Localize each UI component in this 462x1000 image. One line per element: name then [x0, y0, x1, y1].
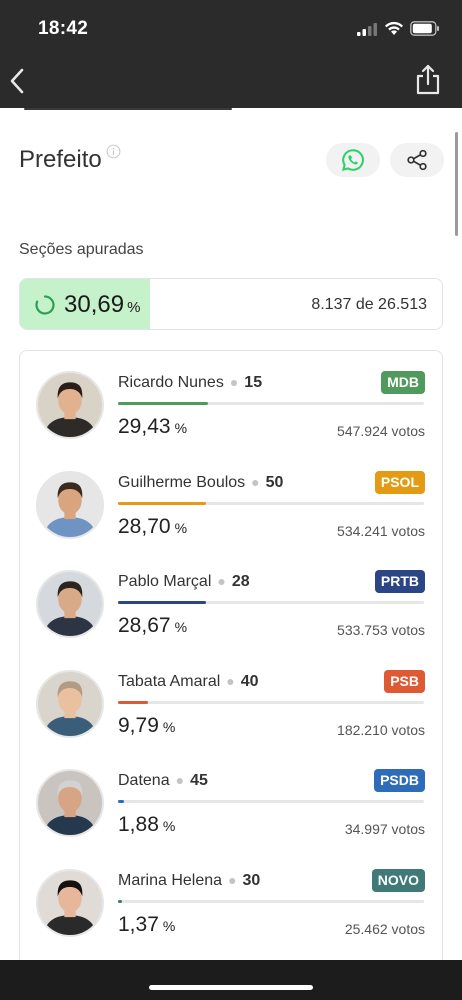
candidate-percent: 28,70% [118, 514, 188, 538]
vote-share-track [118, 700, 424, 704]
vote-share-track [118, 800, 424, 803]
candidate-name-line: Guilherme Boulos ● 50 [118, 473, 284, 491]
status-time: 18:42 [38, 18, 89, 39]
candidate-number: 15 [244, 374, 263, 391]
candidate-name-line: Datena ● 45 [118, 772, 208, 789]
candidate-votes: 547.924 votos [337, 423, 425, 439]
candidate-name: Marina Helena [118, 871, 223, 889]
info-icon[interactable] [106, 144, 121, 159]
candidate-votes: 182.210 votos [337, 721, 425, 738]
scrollbar[interactable] [455, 132, 458, 236]
candidate-number: 40 [240, 672, 259, 690]
home-bar [0, 960, 462, 1000]
candidate-number: 45 [190, 772, 208, 789]
candidate-name: Guilherme Boulos [118, 473, 246, 491]
candidate-name: Ricardo Nunes [118, 374, 224, 391]
party-badge: PSB [384, 669, 425, 693]
candidate-number: 30 [242, 871, 261, 889]
candidate-avatar [36, 371, 104, 439]
status-bar: 18:42 [0, 0, 462, 56]
party-badge: MDB [381, 371, 425, 394]
candidate-row[interactable]: Tabata Amaral ● 40 PSB 9,79% 182.210 votos [20, 650, 444, 749]
party-badge: PRTB [374, 570, 425, 593]
share-icon[interactable] [414, 64, 442, 96]
candidate-percent: 28,67% [118, 614, 188, 637]
page-title: Prefeito [19, 146, 102, 173]
sections-label: Seções apuradas [19, 241, 144, 258]
party-badge: PSDB [374, 769, 425, 792]
candidate-name: Pablo Marçal [118, 573, 212, 590]
vote-share-track [118, 899, 424, 903]
share-nodes-icon [407, 149, 427, 171]
share-button[interactable] [390, 143, 444, 177]
candidate-row[interactable]: Guilherme Boulos ● 50 PSOL 28,70% 534.241 … [20, 451, 444, 550]
vote-share-bar [118, 899, 123, 903]
candidate-votes: 34.997 votos [344, 821, 425, 837]
candidate-avatar [36, 470, 104, 539]
candidate-number: 28 [231, 573, 250, 590]
battery-icon [410, 21, 439, 36]
candidate-votes: 25.462 votos [344, 920, 425, 937]
candidate-avatar [36, 868, 104, 937]
vote-share-track [118, 402, 424, 405]
candidate-votes: 534.241 votos [337, 522, 425, 539]
candidate-name-line: Ricardo Nunes ● 15 [118, 374, 263, 391]
vote-share-bar [118, 601, 206, 604]
candidate-row[interactable]: Pablo Marçal ● 28 PRTB 28,67% 533.753 voto… [20, 550, 444, 649]
candidate-list: Ricardo Nunes ● 15 MDB 29,43% 547.924 voto… [19, 350, 443, 960]
candidate-row[interactable]: Ricardo Nunes ● 15 MDB 29,43% 547.924 voto… [20, 351, 444, 450]
vote-share-bar [118, 800, 124, 803]
spinner-icon [35, 295, 55, 315]
candidate-row[interactable]: Marina Helena ● 30 NOVO 1,37% 25.462 votos [20, 849, 444, 948]
candidate-percent: 9,79% [118, 713, 176, 737]
candidate-avatar [36, 769, 104, 837]
vote-share-bar [118, 501, 206, 505]
main-content: Prefeito Seções apuradas 30,69% 8.137 de… [0, 108, 462, 960]
candidate-number: 50 [265, 473, 284, 491]
candidate-name-line: Pablo Marçal ● 28 [118, 573, 250, 590]
candidate-percent: 1,37% [118, 912, 176, 936]
back-arrow-icon[interactable] [6, 66, 30, 96]
vote-share-track [118, 601, 424, 604]
signal-icon [357, 23, 377, 36]
whatsapp-icon [342, 149, 364, 171]
home-indicator[interactable] [149, 985, 313, 990]
candidate-avatar [36, 669, 104, 738]
candidate-avatar [36, 570, 104, 638]
party-badge: PSOL [374, 470, 425, 494]
candidate-votes: 533.753 votos [337, 622, 425, 638]
vote-share-bar [118, 700, 148, 704]
candidate-name: Tabata Amaral [118, 672, 221, 690]
vote-share-bar [118, 402, 209, 405]
candidate-name-line: Marina Helena ● 30 [118, 871, 261, 889]
sections-count: 8.137 de 26.513 [311, 296, 427, 313]
candidate-percent: 1,88% [118, 813, 176, 836]
sections-progress: 30,69% 8.137 de 26.513 [19, 278, 443, 330]
divider [24, 108, 232, 110]
candidate-name: Datena [118, 772, 170, 789]
sections-percent: 30,69% [64, 291, 141, 318]
candidate-name-line: Tabata Amaral ● 40 [118, 672, 259, 690]
wifi-icon [385, 21, 403, 35]
candidate-percent: 29,43% [118, 415, 188, 438]
party-badge: NOVO [371, 868, 425, 892]
candidate-row[interactable]: Datena ● 45 PSDB 1,88% 34.997 votos [20, 749, 444, 848]
nav-bar [0, 56, 462, 108]
whatsapp-share-button[interactable] [326, 143, 380, 177]
vote-share-track [118, 501, 424, 505]
